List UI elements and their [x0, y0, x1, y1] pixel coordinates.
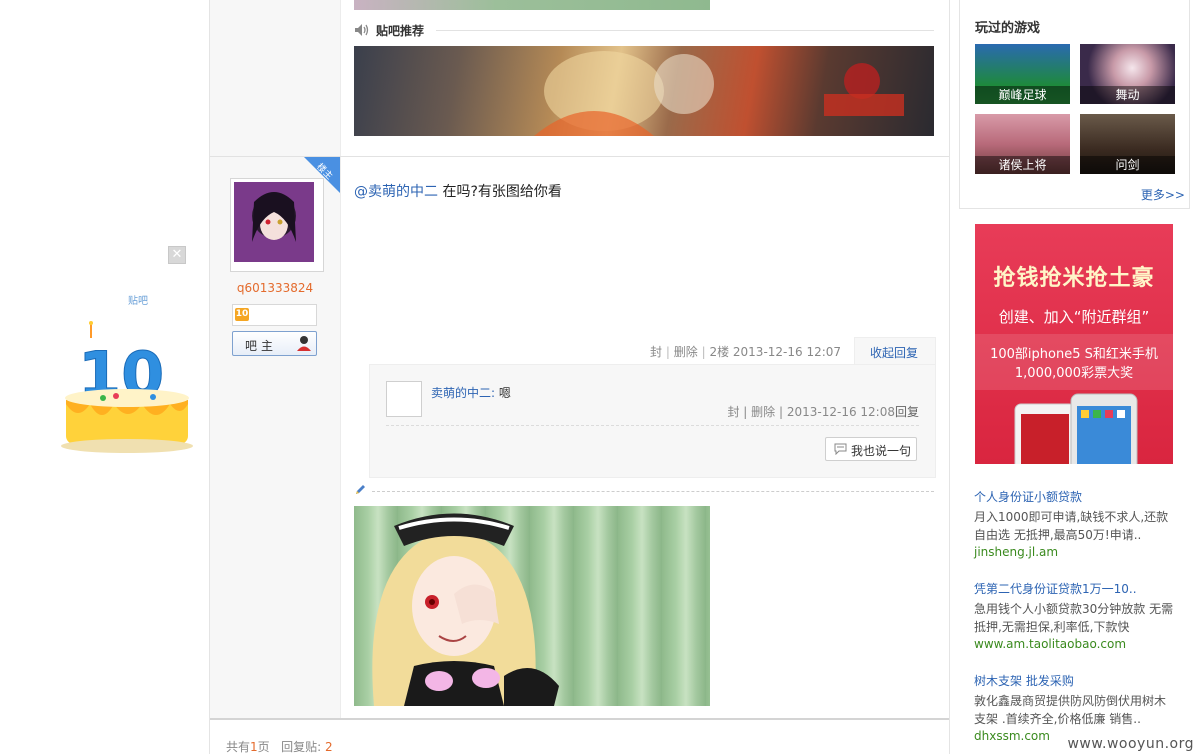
text-ad[interactable]: 凭第二代身份证贷款1万一10.. 急用钱个人小额贷款30分钟放款 无需抵押,无需… [974, 580, 1174, 651]
divider [436, 30, 934, 31]
ad-title[interactable]: 凭第二代身份证贷款1万一10.. [974, 580, 1174, 597]
watermark: www.wooyun.org [1067, 736, 1194, 752]
pager-info: 共有1页 回复贴: 2 [226, 740, 333, 754]
reply-block-link[interactable]: 封 [727, 405, 739, 419]
dashed-divider [372, 491, 934, 492]
thread-column: 贴吧推荐 楼主 q601333824 10 吧主 @卖萌的中二 在吗?有张图给你… [209, 0, 950, 754]
game-name: 诸侯上将 [975, 156, 1070, 174]
birthday-cake-illustration: 贴吧 10 [61, 294, 193, 453]
game-tile[interactable]: 舞动 [1080, 44, 1175, 104]
post-time: 2013-12-16 12:07 [732, 345, 842, 359]
thread-bottom-divider [210, 718, 949, 720]
tieba-recommend-header: 贴吧推荐 [354, 21, 934, 39]
reply-meta: 封 | 删除 | 2013-12-16 12:08回复 [727, 405, 919, 419]
say-something-button[interactable]: 我也说一句 [825, 437, 917, 461]
reply-username[interactable]: 卖萌的中二: [431, 386, 495, 400]
level-icon: 10 [235, 308, 249, 321]
played-games-panel: 玩过的游戏 巅峰足球 舞动 诸侯上将 问剑 更多>> [959, 0, 1190, 209]
game-tile[interactable]: 诸侯上将 [975, 114, 1070, 174]
text-ad[interactable]: 个人身份证小额贷款 月入1000即可申请,缺钱不求人,还款自由选 无抵押,最高5… [974, 488, 1174, 559]
image-caption-row [354, 484, 934, 498]
red-promo-ad[interactable]: 抢钱抢米抢土豪 创建、加入“附近群组” 100部iphone5 S和红米手机 1… [975, 224, 1173, 464]
bazhu-role-badge[interactable]: 吧主 [232, 331, 317, 356]
sub-reply-item: 卖萌的中二: 嗯 [431, 384, 511, 401]
ad-desc: 急用钱个人小额贷款30分钟放款 无需抵押,无需担保,利率低,下款快 [974, 602, 1174, 634]
speaker-icon [355, 24, 369, 36]
ad-url[interactable]: www.am.taolitaobao.com [974, 637, 1174, 651]
game-name: 问剑 [1080, 156, 1175, 174]
reply-divider [386, 425, 919, 426]
post-content: @卖萌的中二 在吗?有张图给你看 [354, 181, 562, 201]
game-tile[interactable]: 问剑 [1080, 114, 1175, 174]
more-games-link[interactable]: 更多>> [1141, 186, 1185, 203]
anime-girl-illustration [372, 513, 559, 706]
say-button-label: 我也说一句 [851, 444, 912, 458]
avatar-image [234, 182, 314, 262]
close-icon[interactable]: ✕ [168, 246, 186, 264]
floor-number: 2楼 [709, 345, 730, 359]
role-label: 吧主 [245, 339, 278, 353]
posted-anime-image[interactable] [354, 506, 710, 706]
previous-post-image [354, 0, 710, 10]
game-name: 巅峰足球 [975, 86, 1070, 104]
post-meta: 封 | 删除 | 2楼 2013-12-16 12:07 [650, 345, 842, 359]
pencil-icon [356, 485, 365, 494]
phones-illustration [1014, 393, 1138, 464]
author-avatar[interactable] [230, 178, 324, 272]
comment-icon [834, 443, 847, 455]
delete-link[interactable]: 删除 [674, 345, 698, 359]
mention-link[interactable]: @卖萌的中二 [354, 184, 438, 200]
user-icon [297, 336, 311, 351]
reply-count: 2 [325, 740, 333, 754]
page-count: 1 [250, 740, 258, 754]
collapse-reply-tab[interactable]: 收起回复 [854, 337, 936, 366]
game-banner-ad[interactable] [354, 46, 934, 136]
ad-url[interactable]: jinsheng.jl.am [974, 545, 1174, 559]
float-ad-caption: 贴吧 [128, 294, 148, 307]
reply-delete-link[interactable]: 删除 [751, 405, 775, 419]
ad-desc: 敦化鑫晟商贸提供防风防倒伏用树木支架 .首续齐全,价格低廉 销售.. [974, 694, 1167, 726]
reply-text: 嗯 [495, 386, 511, 400]
text-ad[interactable]: 树木支架 批发采购 敦化鑫晟商贸提供防风防倒伏用树木支架 .首续齐全,价格低廉 … [974, 672, 1174, 743]
recommend-title: 贴吧推荐 [376, 24, 425, 38]
ad-title[interactable]: 树木支架 批发采购 [974, 672, 1174, 689]
reply-link[interactable]: 回复 [895, 405, 919, 419]
reply-time: 2013-12-16 12:08 [786, 405, 895, 419]
post-text-body: 在吗?有张图给你看 [438, 184, 562, 200]
sub-reply-panel: 卖萌的中二: 嗯 封 | 删除 | 2013-12-16 12:08回复 我也说… [369, 364, 936, 478]
banner-artwork [534, 51, 904, 136]
block-link[interactable]: 封 [650, 345, 662, 359]
author-username[interactable]: q601333824 [210, 281, 340, 295]
level-badge[interactable]: 10 [232, 304, 317, 326]
games-title: 玩过的游戏 [975, 21, 1041, 36]
ad-desc: 月入1000即可申请,缺钱不求人,还款自由选 无抵押,最高50万!申请.. [974, 510, 1169, 542]
author-sidebar [210, 0, 341, 718]
reply-avatar[interactable] [386, 381, 422, 417]
floating-anniversary-ad[interactable]: ✕ 贴吧 10 [58, 246, 194, 460]
game-name: 舞动 [1080, 86, 1175, 104]
ad-title[interactable]: 个人身份证小额贷款 [974, 488, 1174, 505]
collapse-reply-link[interactable]: 收起回复 [870, 344, 918, 361]
game-tile[interactable]: 巅峰足球 [975, 44, 1070, 104]
